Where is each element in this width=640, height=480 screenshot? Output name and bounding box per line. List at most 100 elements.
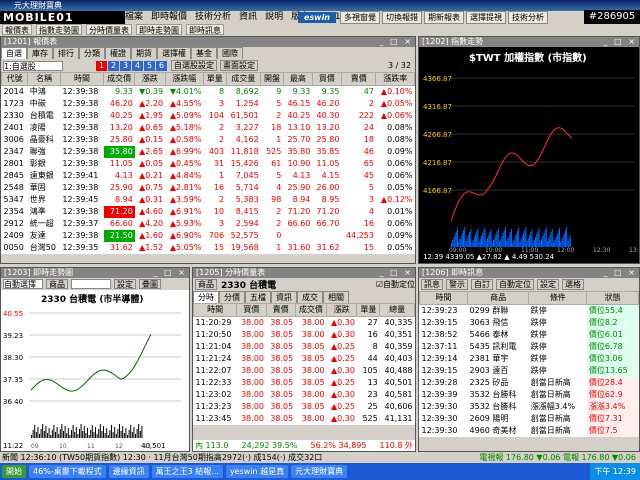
table-row[interactable]: 12:38:52 5466 泰林 跌停 價位6.01 <box>420 329 639 341</box>
table-row[interactable]: 12:39:30 3532 台勝科 漲漲幅3.4% 漲漲3.4% <box>420 401 639 413</box>
table-row[interactable]: 2801 彰銀 12:39:38 11.05 ▲0.05 ▲0.45% 31 15,426 61… <box>2 158 415 170</box>
ticks-tab-5[interactable]: 相關 <box>323 291 349 303</box>
table-row[interactable]: 2912 統一超 12:39:37 66.60 ▲4.20 ▲5.93% 3 2,594 2 66… <box>2 218 415 230</box>
auto-locate-checkbox[interactable]: ☑自動定位 <box>376 279 415 290</box>
quote-col-header[interactable]: 成交價 <box>103 72 136 86</box>
table-row[interactable]: 11:20:29 38.00 38.05 38.00 ▲0.30 27 40,335 <box>194 317 415 330</box>
custom-stock-button[interactable]: 自選股設定 <box>171 60 217 71</box>
product-input[interactable] <box>71 279 111 289</box>
table-row[interactable]: 11:20:50 38.00 38.05 38.00 ▲0.30 16 40,351 <box>194 329 415 341</box>
ticks-tab-2[interactable]: 五檔 <box>245 291 271 303</box>
news-button-2[interactable]: 自訂 <box>471 279 493 290</box>
auto-select[interactable]: 自動選擇 <box>3 279 43 289</box>
ticks-tab-0[interactable]: 分時 <box>193 291 219 303</box>
news-col-header[interactable]: 條件 <box>528 291 588 305</box>
ticks-col-header[interactable]: 賣價 <box>265 303 296 317</box>
table-row[interactable]: 12:39:39 3532 台勝科 創當日新高 價位62.9 <box>420 389 639 401</box>
news-col-header[interactable]: 商品 <box>467 291 530 305</box>
ticks-product-button[interactable]: 商品 <box>195 279 217 290</box>
taskbar-item-5[interactable]: 元大理財寶典 <box>291 465 348 478</box>
group-select[interactable]: 1:自選股 <box>3 60 63 71</box>
table-row[interactable]: 12:39:28 2325 矽品 創當日新高 價位28.4 <box>420 377 639 389</box>
quote-col-header[interactable]: 時間 <box>59 72 105 86</box>
table-row[interactable]: 2548 華固 12:39:38 25.90 ▲0.75 ▲2.81% 16 5,714 4 25… <box>2 182 415 194</box>
taskbar-item-4[interactable]: yeswin 越是真 <box>225 465 289 478</box>
top-button-1[interactable]: 切換報錯 <box>382 11 422 24</box>
table-row[interactable]: 11:23:23 38.00 38.05 38.05 ▲0.25 25 40,606 <box>194 401 415 413</box>
table-row[interactable]: 12:39:15 3063 飛信 跌停 價位8.2 <box>420 317 639 329</box>
menu-item-0[interactable]: 檔案 <box>125 12 143 22</box>
number-button-6[interactable]: 6 <box>156 60 167 71</box>
table-row[interactable]: 11:21:24 38.00 38.05 38.05 ▲0.25 44 40,403 <box>194 353 415 365</box>
quote-col-header[interactable]: 名稱 <box>27 72 61 86</box>
menu-item-3[interactable]: 資訊 <box>239 12 257 22</box>
top-button-3[interactable]: 選擇提視 <box>466 11 506 24</box>
table-row[interactable]: 12:39:30 2609 陽明 創當日新高 價位7.31 <box>420 413 639 425</box>
menu-item-4[interactable]: 說明 <box>265 12 283 22</box>
quote-tab-7[interactable]: 基金 <box>191 47 217 59</box>
quote-col-header[interactable]: 漲跌率 <box>375 72 415 86</box>
taskbar-item-1[interactable]: 46%-桌靈下載程式 <box>29 465 106 478</box>
table-row[interactable]: 2014 中鴻 12:39:38 9.33 ▼0.39 ▼4.01% 8 8,692 9 9.33… <box>2 86 415 99</box>
quote-col-header[interactable]: 買價 <box>311 72 342 86</box>
quote-tab-4[interactable]: 權證 <box>105 47 131 59</box>
toolbar-button-0[interactable]: 報價表 <box>2 24 32 35</box>
table-row[interactable]: 12:39:23 0299 群聯 跌停 價位55.4 <box>420 304 639 317</box>
table-row[interactable]: 2354 鴻準 12:39:38 71.20 ▲4.60 ▲6.91% 10 8,415 2 71… <box>2 206 415 218</box>
news-button-4[interactable]: 設定 <box>537 279 559 290</box>
quote-col-header[interactable]: 漲跌 <box>134 72 166 86</box>
product-button[interactable]: 商品 <box>46 279 68 289</box>
table-row[interactable]: 2330 台積電 12:39:38 40.25 ▲1.95 ▲5.09% 104 61,501… <box>2 110 415 122</box>
taskbar-item-0[interactable]: 開始 <box>2 465 26 478</box>
ticks-tab-4[interactable]: 成交 <box>297 291 323 303</box>
table-row[interactable]: 11:22:33 38.00 38.05 38.05 ▲0.25 13 40,501 <box>194 377 415 389</box>
table-row[interactable]: 12:37:11 5435 訊利電 跌停 價位6.78 <box>420 341 639 353</box>
quote-tab-0[interactable]: 自選 <box>1 47 27 59</box>
quote-tab-1[interactable]: 庫存 <box>27 47 53 59</box>
overlay-button[interactable]: 疊圖 <box>139 279 161 289</box>
news-button-0[interactable]: 訊息 <box>421 279 443 290</box>
quote-col-header[interactable]: 開盤 <box>260 72 284 86</box>
table-row[interactable]: 12:39:30 4960 奇美材 創當日新高 價位7.5 <box>420 425 639 437</box>
table-row[interactable]: 11:21:04 38.00 38.05 38.05 ▲0.25 8 40,359 <box>194 341 415 353</box>
number-button-5[interactable]: 5 <box>144 60 155 71</box>
index-chart[interactable]: $TWT 加權指數 (市指數) 4366.87 4316.87 4266.87 4216… <box>419 47 639 263</box>
quote-tab-6[interactable]: 選擇權 <box>157 47 191 59</box>
toolbar-button-3[interactable]: 即時走勢圖 <box>136 24 182 35</box>
toolbar-button-4[interactable]: 即時訊息 <box>186 24 224 35</box>
news-button-5[interactable]: 選格 <box>562 279 584 290</box>
news-button-1[interactable]: 警示 <box>446 279 468 290</box>
top-button-0[interactable]: 多視窗覺 <box>340 11 380 24</box>
table-row[interactable]: 11:23:02 38.00 38.05 38.00 ▲0.30 23 40,581 <box>194 389 415 401</box>
quote-tab-2[interactable]: 排行 <box>53 47 79 59</box>
taskbar-item-3[interactable]: 萬王之王3 結報... <box>151 465 223 478</box>
table-row[interactable]: 2401 凌陽 12:39:38 13.20 ▲0.65 ▲5.18% 2 3,227 18 13… <box>2 122 415 134</box>
number-button-4[interactable]: 4 <box>132 60 143 71</box>
table-row[interactable]: 2845 遠東銀 12:39:41 4.13 ▲0.21 ▲4.84% 1 7,045 5 4.1… <box>2 170 415 182</box>
ticks-col-header[interactable]: 成交價 <box>294 303 328 317</box>
top-button-2[interactable]: 期新報表 <box>424 11 464 24</box>
ticks-col-header[interactable]: 單量 <box>356 303 381 317</box>
ticks-tab-1[interactable]: 分價 <box>219 291 245 303</box>
quote-col-header[interactable]: 最高 <box>282 72 313 86</box>
quote-col-header[interactable]: 賣價 <box>340 72 377 86</box>
ticks-col-header[interactable]: 漲跌 <box>326 303 358 317</box>
news-button-3[interactable]: 自動定位 <box>496 279 534 290</box>
quote-col-header[interactable]: 單量 <box>202 72 227 86</box>
table-row[interactable]: 3006 晶豪科 12:39:38 25.80 ▲0.15 ▲0.58% 2 4,162 1 25… <box>2 134 415 146</box>
set-button[interactable]: 設定 <box>114 279 136 289</box>
screen-setting-button[interactable]: 畫面設定 <box>220 60 258 71</box>
quote-tab-8[interactable]: 國際 <box>217 47 243 59</box>
toolbar-button-1[interactable]: 指數走勢圖 <box>36 24 82 35</box>
toolbar-button-2[interactable]: 分時價量表 <box>86 24 132 35</box>
number-button-1[interactable]: 1 <box>96 60 107 71</box>
quote-col-header[interactable]: 漲跌幅 <box>164 72 204 86</box>
ticks-col-header[interactable]: 時間 <box>192 303 238 317</box>
news-col-header[interactable]: 時間 <box>418 291 469 305</box>
table-row[interactable]: 5347 世界 12:39:45 8.94 ▲0.31 ▲3.59% 2 5,383 98 8.9… <box>2 194 415 206</box>
table-row[interactable]: 2347 聯強 12:39:38 35.80 ▲2.65 ▲6.99% 403 11,818 5… <box>2 146 415 158</box>
top-button-4[interactable]: 技術分析 <box>508 11 548 24</box>
table-row[interactable]: 12:39:14 2381 華宇 跌停 價位3.06 <box>420 353 639 365</box>
ticks-tab-3[interactable]: 資訊 <box>271 291 297 303</box>
table-row[interactable]: 11:22:07 38.00 38.05 38.00 ▲0.30 105 40,488 <box>194 365 415 377</box>
